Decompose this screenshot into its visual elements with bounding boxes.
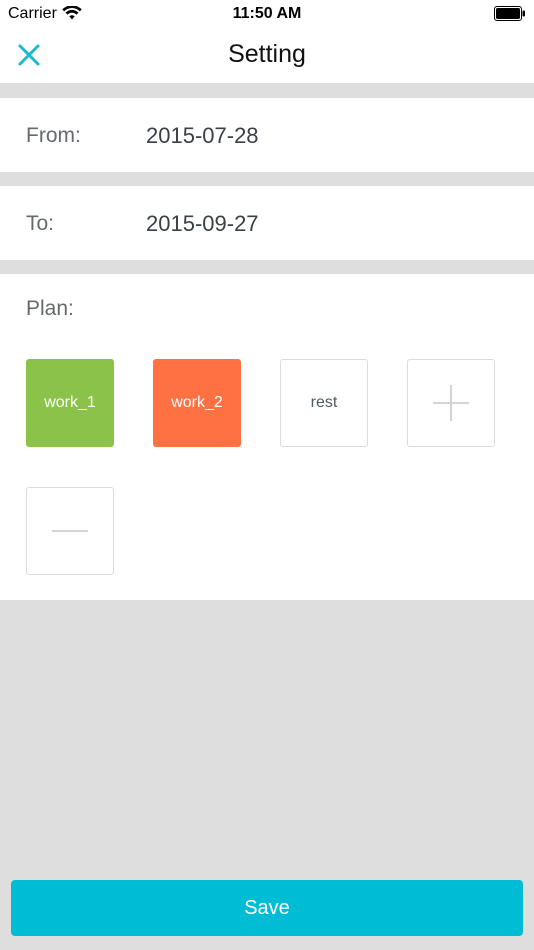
remove-plan-button[interactable] xyxy=(26,487,114,575)
battery-icon xyxy=(494,6,525,21)
to-label: To: xyxy=(26,212,55,235)
status-bar: Carrier 11:50 AM xyxy=(0,0,534,28)
plan-label: Plan: xyxy=(26,297,74,320)
plan-section: Plan: work_1 work_2 rest xyxy=(0,274,534,600)
from-row[interactable]: From: 2015-07-28 xyxy=(0,98,534,172)
from-date-value[interactable]: 2015-07-28 xyxy=(146,123,259,149)
to-row[interactable]: To: 2015-09-27 xyxy=(0,186,534,260)
plan-tile-work-1[interactable]: work_1 xyxy=(26,359,114,447)
status-time: 11:50 AM xyxy=(232,5,302,22)
minus-icon xyxy=(52,530,88,532)
screen: Carrier 11:50 AM Setting From: 2015-07-2… xyxy=(0,0,534,950)
from-label: From: xyxy=(26,124,81,147)
save-button[interactable]: Save xyxy=(11,880,523,936)
plus-icon xyxy=(433,385,469,421)
add-plan-button[interactable] xyxy=(407,359,495,447)
page-title: Setting xyxy=(228,40,306,68)
plan-tile-work-2[interactable]: work_2 xyxy=(153,359,241,447)
plan-tile-rest[interactable]: rest xyxy=(280,359,368,447)
nav-bar: Setting xyxy=(0,28,534,83)
to-date-value[interactable]: 2015-09-27 xyxy=(146,211,259,237)
